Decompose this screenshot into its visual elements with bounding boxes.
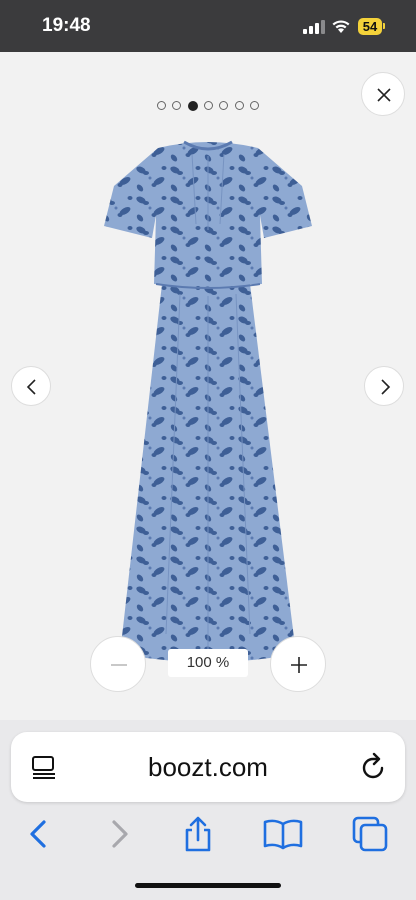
wifi-icon — [332, 20, 350, 33]
home-indicator — [135, 883, 281, 888]
pagination-dot[interactable] — [250, 101, 260, 111]
zoom-out-button[interactable] — [90, 636, 146, 692]
forward-arrow-icon[interactable] — [100, 814, 140, 854]
next-image-button[interactable] — [364, 366, 404, 406]
product-image[interactable] — [100, 134, 316, 694]
gallery-pagination — [0, 97, 416, 111]
plus-icon — [291, 657, 307, 673]
chevron-right-icon — [381, 379, 391, 395]
battery-indicator: 54 — [358, 18, 382, 35]
tabs-icon[interactable] — [350, 814, 390, 854]
address-bar[interactable]: boozt.com — [11, 732, 405, 802]
browser-chrome: boozt.com — [0, 720, 416, 900]
url-text[interactable]: boozt.com — [11, 732, 405, 802]
status-time: 19:48 — [42, 15, 91, 36]
pagination-dot[interactable] — [172, 101, 182, 111]
cellular-signal-icon — [303, 20, 325, 34]
close-button[interactable] — [361, 72, 405, 116]
pagination-dot[interactable] — [156, 101, 166, 111]
pagination-dot[interactable] — [219, 101, 229, 111]
image-viewer: 100 % — [0, 52, 416, 720]
status-bar: 19:48 54 — [0, 0, 416, 52]
minus-icon — [111, 664, 127, 666]
battery-nub — [383, 23, 385, 29]
previous-image-button[interactable] — [11, 366, 51, 406]
bookmarks-icon[interactable] — [263, 814, 303, 854]
reader-icon[interactable] — [31, 754, 57, 780]
pagination-dot[interactable] — [234, 101, 244, 111]
zoom-level: 100 % — [168, 649, 248, 677]
zoom-in-button[interactable] — [270, 636, 326, 692]
pagination-dot-active[interactable] — [187, 100, 198, 111]
back-arrow-icon[interactable] — [18, 814, 58, 854]
reload-icon[interactable] — [360, 752, 388, 782]
pagination-dot[interactable] — [204, 101, 213, 111]
close-icon — [377, 88, 391, 102]
share-icon[interactable] — [178, 814, 218, 854]
chevron-left-icon — [26, 379, 36, 395]
